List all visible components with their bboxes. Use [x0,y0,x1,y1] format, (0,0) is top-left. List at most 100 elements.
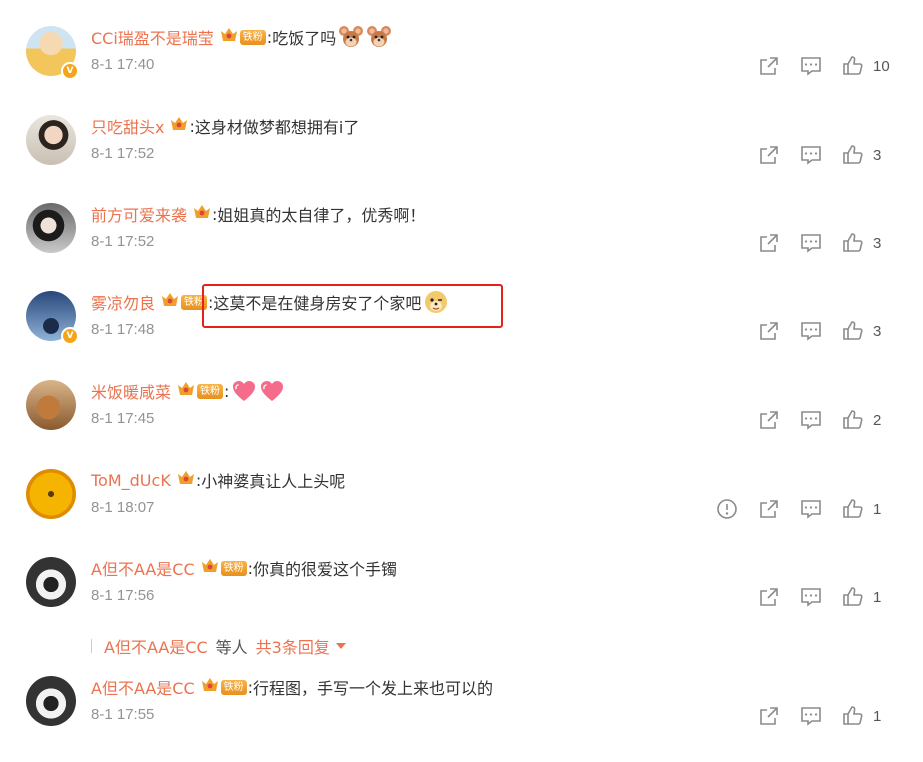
comment-icon[interactable] [799,704,823,728]
report-icon[interactable] [715,497,739,521]
comment-username[interactable]: 雾凉勿良 [91,290,155,314]
colon: : [224,381,230,401]
comment-actions: 1 [739,583,895,611]
comment-time: 8-1 17:56 [91,587,155,604]
heart-emoji [259,378,285,404]
comment-actions: 3 [739,317,895,345]
share-icon[interactable] [757,54,781,78]
comment-username[interactable]: CCi瑞盈不是瑞莹 [91,25,214,49]
comment-item: 只吃甜头x: 这身材做梦都想拥有i了 8-1 17:52 3 [0,111,923,199]
comment-text: 你真的很爱这个手镯 [253,560,398,579]
reply-suffix: 等人 [215,638,248,657]
comment-time: 8-1 17:55 [91,706,155,723]
comment-icon[interactable] [799,585,823,609]
comment-username[interactable]: A但不AA是CC [91,556,195,580]
crown-badge-icon [170,116,188,136]
comment-time: 8-1 17:52 [91,233,155,250]
comment-icon[interactable] [799,319,823,343]
comment-time: 8-1 17:48 [91,321,155,338]
comment-time: 8-1 17:40 [91,56,155,73]
like-icon[interactable] [841,704,865,728]
reply-total-link[interactable]: 共3条回复 [256,634,330,658]
comment-icon[interactable] [799,408,823,432]
share-icon[interactable] [757,408,781,432]
comment-username[interactable]: 只吃甜头x [91,114,164,138]
like-count: 1 [873,588,882,606]
crown-badge-icon [177,470,195,490]
like-count: 3 [873,234,882,252]
comment-actions: 2 [739,406,895,434]
comment-username[interactable]: 前方可爱来袭 [91,202,187,226]
reply-user-link[interactable]: A但不AA是CC [104,634,208,658]
comment-time: 8-1 17:52 [91,145,155,162]
crown-badge-icon [201,558,219,578]
comment-text: 吃饭了吗 [272,29,337,48]
share-icon[interactable] [757,231,781,255]
comment-username[interactable]: 米饭暖咸菜 [91,379,171,403]
verified-badge-icon: V [61,62,79,80]
comment-time: 8-1 17:45 [91,410,155,427]
comment-time: 8-1 18:07 [91,499,155,516]
crown-badge-icon [220,27,238,47]
comment-text: 这身材做梦都想拥有i了 [194,118,360,137]
share-icon[interactable] [757,585,781,609]
comment-actions: 3 [739,229,895,257]
comment-icon[interactable] [799,143,823,167]
share-icon[interactable] [757,319,781,343]
like-count: 1 [873,707,882,725]
like-icon[interactable] [841,54,865,78]
like-icon[interactable] [841,497,865,521]
like-count: 3 [873,146,882,164]
share-icon[interactable] [757,497,781,521]
comment-username[interactable]: ToM_dUcK [91,471,171,490]
like-icon[interactable] [841,231,865,255]
comment-icon[interactable] [799,231,823,255]
avatar[interactable] [26,115,76,165]
like-icon[interactable] [841,319,865,343]
like-count: 10 [873,57,890,75]
comment-item: A但不AA是CC 铁粉: 你真的很爱这个手镯 8-1 17:56 1 [0,553,923,641]
heart-emoji [231,378,257,404]
comment-username[interactable]: A但不AA是CC [91,675,195,699]
comment-text: 姐姐真的太自律了，优秀啊！ [217,206,426,225]
comment-item: 前方可爱来袭: 姐姐真的太自律了，优秀啊！ 8-1 17:52 3 [0,199,923,287]
chevron-down-icon[interactable] [335,643,346,649]
avatar[interactable] [26,676,76,726]
highlight-box [202,284,503,328]
comment-item: 米饭暖咸菜 铁粉: 8-1 17:45 2 [0,376,923,464]
comment-text: 行程图，手写一个发上来也可以的 [253,679,494,698]
fan-badge: 铁粉 [220,679,247,695]
like-count: 3 [873,322,882,340]
comment-item: V CCi瑞盈不是瑞莹 铁粉: 吃饭了吗 8-1 17:40 10 [0,22,923,110]
comment-item: ToM_dUcK: 小神婆真让人上头呢 8-1 18:07 1 [0,465,923,553]
comment-actions: 1 [697,495,895,523]
comment-icon[interactable] [799,497,823,521]
jerry-mouse-emoji [366,24,392,50]
jerry-mouse-emoji [338,24,364,50]
avatar[interactable] [26,557,76,607]
share-icon[interactable] [757,704,781,728]
like-icon[interactable] [841,585,865,609]
avatar[interactable] [26,203,76,253]
share-icon[interactable] [757,143,781,167]
like-icon[interactable] [841,408,865,432]
comment-actions: 10 [739,52,895,80]
reply-divider [91,639,92,653]
crown-badge-icon [177,381,195,401]
comment-text: 小神婆真让人上头呢 [201,472,346,491]
crown-badge-icon [161,292,179,312]
like-count: 2 [873,411,882,429]
like-count: 1 [873,500,882,518]
comment-icon[interactable] [799,54,823,78]
avatar[interactable] [26,380,76,430]
comment-actions: 1 [739,702,895,730]
comment-item: A但不AA是CC 铁粉: 行程图，手写一个发上来也可以的 8-1 17:55 1 [0,672,923,760]
like-icon[interactable] [841,143,865,167]
verified-badge-icon: V [61,327,79,345]
fan-badge: 铁粉 [239,29,266,45]
reply-summary[interactable]: A但不AA是CC 等人 共3条回复 [91,634,346,658]
crown-badge-icon [193,204,211,224]
comment-actions: 3 [739,141,895,169]
avatar[interactable] [26,469,76,519]
fan-badge: 铁粉 [220,560,247,576]
